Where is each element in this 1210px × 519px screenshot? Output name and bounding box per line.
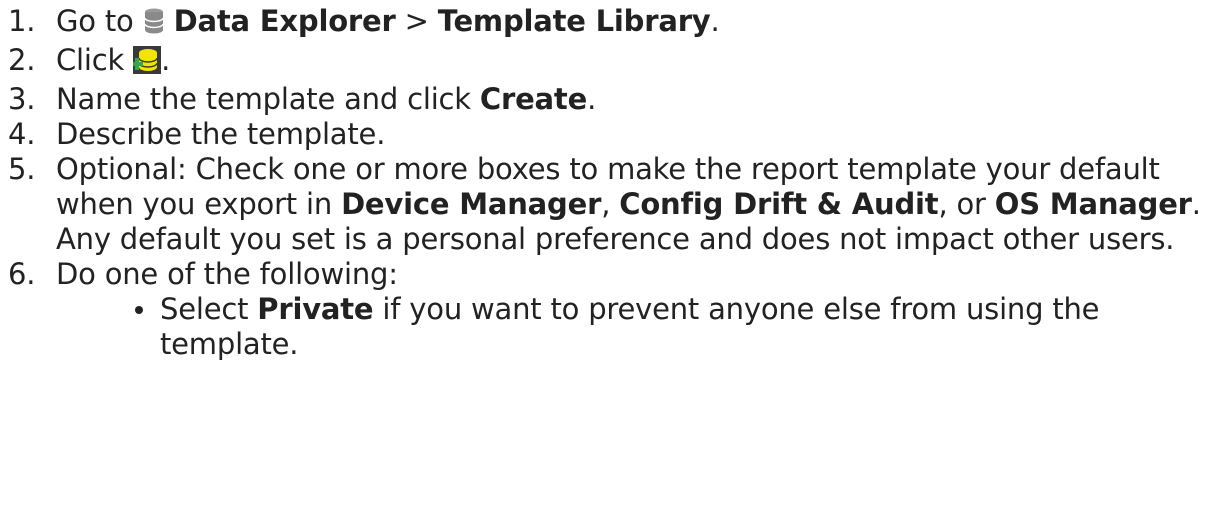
os-manager-label: OS Manager	[994, 187, 1192, 221]
data-explorer-label: Data Explorer	[173, 4, 396, 38]
step-number: 2.	[8, 43, 36, 77]
bullet-icon	[135, 306, 143, 314]
private-label: Private	[257, 292, 374, 326]
step-2: 2. Click .	[8, 43, 1204, 82]
procedure-steps: 1. Go to Data Explorer > Template Librar…	[8, 4, 1204, 362]
sub-options: Select Private if you want to prevent an…	[56, 292, 1204, 362]
sub-option-private: Select Private if you want to prevent an…	[56, 292, 1204, 362]
config-drift-audit-label: Config Drift & Audit	[619, 187, 939, 221]
step-6: 6. Do one of the following: Select Priva…	[8, 257, 1204, 362]
step-4: 4. Describe the template.	[8, 117, 386, 151]
device-manager-label: Device Manager	[341, 187, 602, 221]
step-1: 1. Go to Data Explorer > Template Librar…	[8, 4, 1204, 43]
step-number: 5.	[8, 152, 36, 186]
database-icon	[143, 7, 165, 43]
step-5: 5. Optional: Check one or more boxes to …	[8, 152, 1201, 256]
template-library-label: Template Library	[437, 4, 711, 38]
step-number: 6.	[8, 257, 36, 291]
step-number: 1.	[8, 4, 36, 38]
step-3: 3. Name the template and click Create.	[8, 82, 597, 116]
step-number: 3.	[8, 82, 36, 116]
step-number: 4.	[8, 117, 36, 151]
add-report-template-icon	[131, 46, 162, 82]
create-label: Create	[479, 82, 588, 116]
